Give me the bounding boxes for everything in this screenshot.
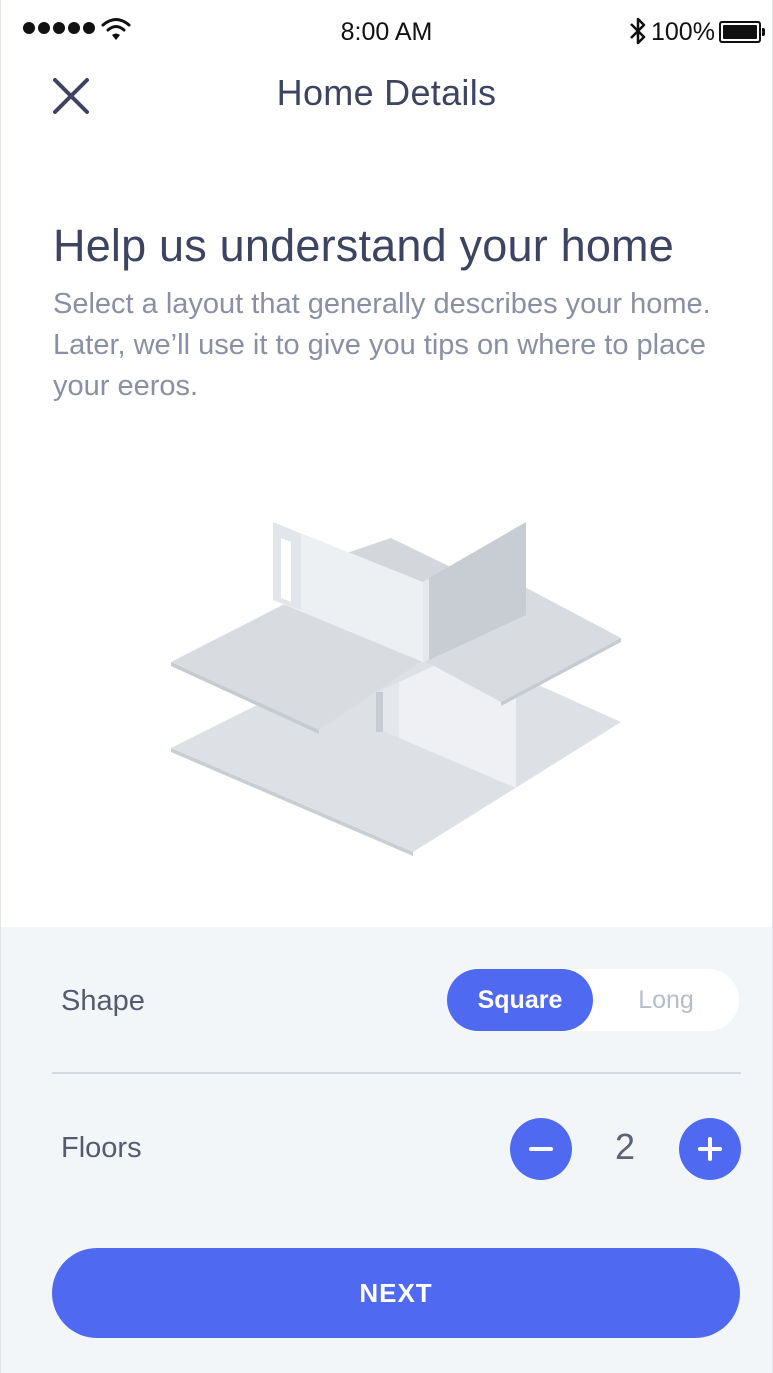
increase-floors-button[interactable] (679, 1118, 741, 1180)
status-bar: 8:00 AM 100% (1, 0, 772, 64)
battery-percent: 100% (651, 18, 715, 46)
shape-label: Shape (61, 985, 145, 1017)
description: Select a layout that generally describes… (53, 288, 711, 402)
decrease-floors-button[interactable] (510, 1118, 572, 1180)
battery-icon (719, 21, 765, 43)
shape-option-square[interactable]: Square (447, 969, 593, 1031)
divider (52, 1072, 741, 1074)
bluetooth-icon (630, 17, 646, 45)
plus-icon (698, 1137, 722, 1161)
minus-icon (529, 1147, 553, 1151)
home-layout-illustration (171, 522, 621, 856)
shape-option-long[interactable]: Long (593, 969, 739, 1031)
page-title: Home Details (276, 72, 497, 113)
next-button[interactable]: NEXT (52, 1248, 740, 1338)
headline: Help us understand your home (53, 220, 674, 271)
home-details-screen: 8:00 AM 100% Home Details Help us unders… (0, 0, 773, 1373)
floors-label: Floors (61, 1132, 142, 1164)
floor-count: 2 (614, 1126, 636, 1167)
shape-toggle: Square Long (447, 969, 739, 1031)
